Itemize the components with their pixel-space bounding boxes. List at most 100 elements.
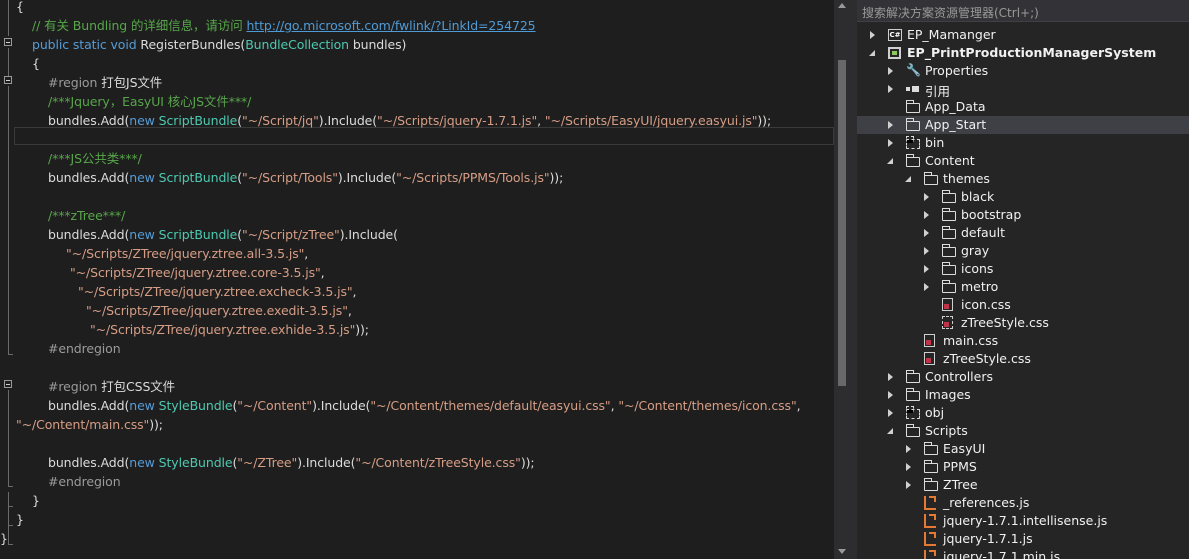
code-line[interactable]: /***zTree***/ [48,206,125,225]
scroll-up-arrow-icon[interactable] [838,3,846,8]
collapsed-arrow-icon[interactable] [888,373,893,381]
expanded-arrow-icon[interactable] [887,428,893,434]
tree-item[interactable]: default [857,224,1189,242]
tree-item[interactable]: App_Start [857,116,1189,134]
collapsed-arrow-icon[interactable] [924,211,929,219]
code-line[interactable]: "~/Scripts/ZTree/jquery.ztree.core-3.5.j… [70,263,325,282]
collapsed-arrow-icon[interactable] [870,31,875,39]
code-line[interactable]: #endregion [48,472,121,491]
collapsed-arrow-icon[interactable] [924,283,929,291]
code-token: ).Include( [318,113,378,128]
tree-item[interactable]: _references.js [857,494,1189,512]
code-editor[interactable]: { // 有关 Bundling 的详细信息，请访问 http://go.micr… [0,0,834,559]
code-line[interactable]: #endregion [48,339,121,358]
folder-icon [942,280,956,293]
tree-item[interactable]: black [857,188,1189,206]
tree-item[interactable]: Controllers [857,368,1189,386]
code-line[interactable]: "~/Content/main.css")); [16,415,163,434]
tree-item[interactable]: zTreeStyle.css [857,314,1189,332]
tree-item[interactable]: ZTree [857,476,1189,494]
search-placeholder: 搜索解决方案资源管理器(Ctrl+;) [862,6,1039,20]
tree-item[interactable]: jquery-1.7.1.js [857,530,1189,548]
tree-item-label: main.css [943,333,999,348]
tree-item[interactable]: Scripts [857,422,1189,440]
tree-item[interactable]: main.css [857,332,1189,350]
collapsed-arrow-icon[interactable] [906,481,911,489]
code-line[interactable]: /***Jquery，EasyUI 核心JS文件***/ [48,92,251,111]
collapse-toggle[interactable] [4,380,12,388]
collapsed-arrow-icon[interactable] [924,193,929,201]
collapsed-arrow-icon[interactable] [888,409,893,417]
folder-icon [906,424,920,437]
tree-item[interactable]: Images [857,386,1189,404]
collapsed-arrow-icon[interactable] [888,67,893,75]
collapse-toggle[interactable] [4,76,12,84]
tree-item[interactable]: C# EP_Mamanger [857,26,1189,44]
collapsed-arrow-icon[interactable] [888,121,893,129]
expanded-arrow-icon[interactable] [869,50,875,56]
tree-item[interactable]: gray [857,242,1189,260]
collapsed-arrow-icon[interactable] [924,265,929,273]
tree-item[interactable]: metro [857,278,1189,296]
editor-vertical-scrollbar[interactable] [834,0,850,559]
tree-item[interactable]: icons [857,260,1189,278]
tree-item[interactable]: bootstrap [857,206,1189,224]
code-line[interactable]: "~/Scripts/ZTree/jquery.ztree.excheck-3.… [78,282,356,301]
tree-item[interactable]: App_Data [857,98,1189,116]
code-line[interactable]: } [32,491,40,510]
scroll-down-arrow-icon[interactable] [838,549,846,554]
code-line[interactable]: // 有关 Bundling 的详细信息，请访问 http://go.micro… [32,16,536,35]
outline-tick [8,486,13,487]
collapse-toggle[interactable] [4,38,12,46]
code-line[interactable]: { [16,0,24,16]
code-line[interactable]: bundles.Add(new StyleBundle("~/Content")… [48,396,801,415]
tree-item[interactable]: EasyUI [857,440,1189,458]
code-line[interactable]: bundles.Add(new ScriptBundle("~/Script/j… [48,111,771,130]
code-line[interactable]: bundles.Add(new ScriptBundle("~/Script/T… [48,168,563,187]
collapsed-arrow-icon[interactable] [906,463,911,471]
code-token: void [110,37,141,52]
tree-item[interactable]: jquery-1.7.1.intellisense.js [857,512,1189,530]
code-line[interactable]: bundles.Add(new ScriptBundle("~/Script/z… [48,225,398,244]
code-line[interactable]: /***JS公共类***/ [48,149,142,168]
expanded-arrow-icon[interactable] [887,158,893,164]
code-line[interactable]: } [16,510,24,529]
tree-item[interactable]: bin [857,134,1189,152]
code-line[interactable]: "~/Scripts/ZTree/jquery.ztree.all-3.5.js… [66,244,308,263]
collapsed-arrow-icon[interactable] [906,445,911,453]
collapsed-arrow-icon[interactable] [924,247,929,255]
tree-item[interactable]: EP_PrintProductionManagerSystem [857,44,1189,62]
wrench-icon: 🔧 [906,63,921,77]
code-line[interactable]: public static void RegisterBundles(Bundl… [32,35,406,54]
tree-item[interactable]: icon.css [857,296,1189,314]
code-token: "~/Scripts/ZTree/jquery.ztree.excheck-3.… [78,284,353,299]
code-line[interactable]: bundles.Add(new StyleBundle("~/ZTree").I… [48,453,535,472]
tree-item[interactable]: Content [857,152,1189,170]
tree-item[interactable]: 引用 [857,80,1189,99]
tree-item[interactable]: jquery-1.7.1.min.js [857,548,1189,559]
tree-item[interactable]: PPMS [857,458,1189,476]
collapsed-arrow-icon[interactable] [924,229,929,237]
tree-item[interactable]: zTreeStyle.css [857,350,1189,368]
code-link[interactable]: http://go.microsoft.com/fwlink/?LinkId=2… [246,18,535,33]
collapsed-arrow-icon[interactable] [888,139,893,147]
tree-item[interactable]: 🔧 Properties [857,62,1189,80]
code-line[interactable]: #region 打包CSS文件 [48,377,175,396]
tree-item[interactable]: obj [857,404,1189,422]
references-icon [906,83,920,95]
scrollbar-thumb[interactable] [838,60,846,386]
code-token: , [796,398,801,413]
code-line[interactable]: "~/Scripts/ZTree/jquery.ztree.exedit-3.5… [86,301,352,320]
code-line[interactable]: "~/Scripts/ZTree/jquery.ztree.exhide-3.5… [90,320,369,339]
collapsed-arrow-icon[interactable] [888,391,893,399]
tree-item-label: App_Data [925,99,986,114]
code-token: "~/Scripts/ZTree/jquery.ztree.exhide-3.5… [90,322,356,337]
tree-item[interactable]: themes [857,170,1189,188]
code-line[interactable]: #region 打包JS文件 [48,73,162,92]
collapsed-arrow-icon[interactable] [888,85,893,93]
panel-splitter[interactable] [850,0,857,559]
code-line[interactable]: { [32,54,40,73]
expanded-arrow-icon[interactable] [905,176,911,182]
solution-explorer-search-input[interactable]: 搜索解决方案资源管理器(Ctrl+;) [857,0,1189,22]
code-line[interactable]: } [0,529,8,548]
